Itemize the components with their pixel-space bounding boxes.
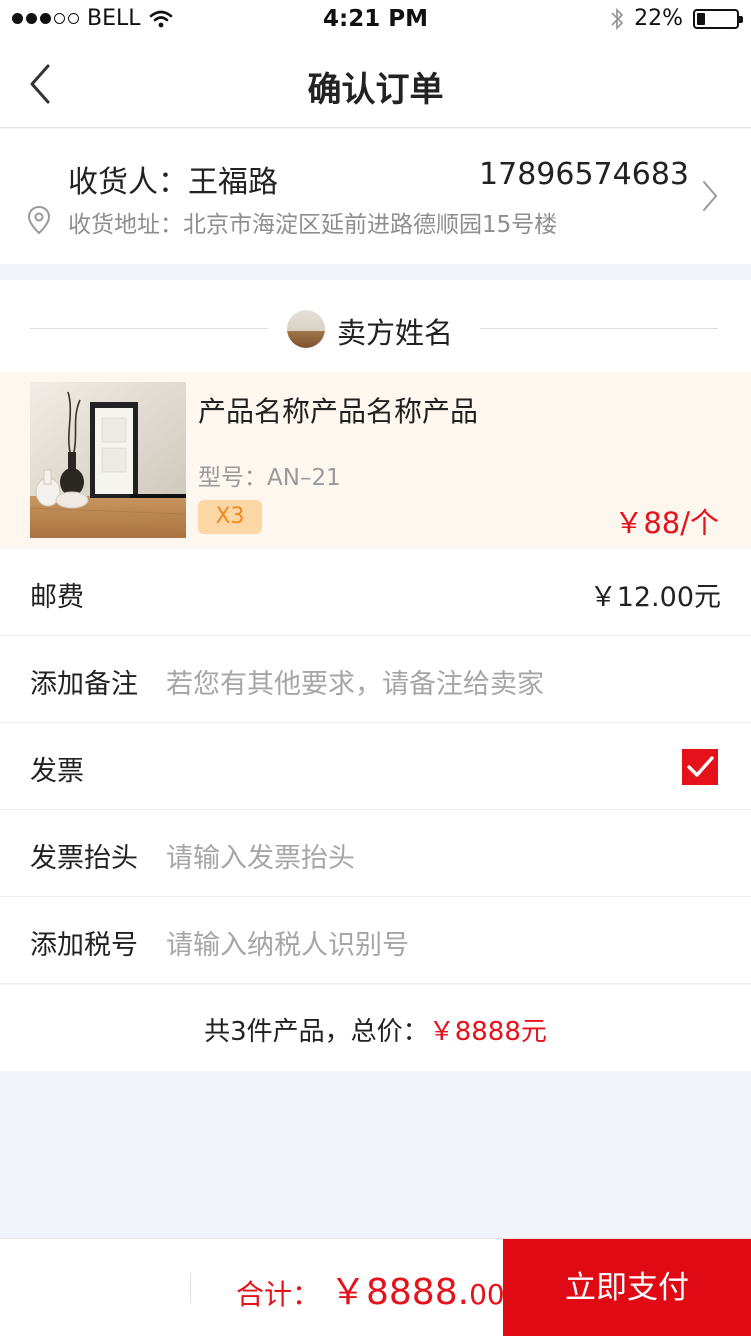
summary-total: ￥8888元: [428, 1017, 547, 1047]
total-amount: ￥8888.00: [330, 1263, 505, 1315]
status-right: 22%: [610, 6, 743, 31]
invoice-checkbox[interactable]: [682, 749, 718, 785]
remark-label: 添加备注: [30, 669, 138, 700]
seller-card: 卖方姓名 产品名称产品名称产品 型号：AN–21 X3 ￥88/个: [0, 280, 751, 548]
product-price: ￥88/个: [614, 506, 719, 540]
shipping-row: 邮费 ￥12.00元: [0, 549, 751, 636]
receiver-name: 收货人：王福路: [68, 165, 278, 200]
product-item[interactable]: 产品名称产品名称产品 型号：AN–21 X3 ￥88/个: [0, 372, 751, 548]
tax-number-input[interactable]: 请输入纳税人识别号: [166, 923, 409, 962]
divider-line: [30, 328, 268, 329]
status-bar: BELL 4:21 PM 22%: [0, 0, 751, 40]
remark-input[interactable]: 若您有其他要求，请备注给卖家: [166, 662, 544, 701]
total-cents: 00: [469, 1278, 505, 1311]
address-card[interactable]: 收货人：王福路 17896574683 收货地址：北京市海淀区延前进路德顺园15…: [0, 129, 751, 264]
total-label: 合计：: [236, 1278, 321, 1311]
checkmark-icon: [687, 756, 714, 777]
invoice-title-row[interactable]: 发票抬头 请输入发票抬头: [0, 810, 751, 897]
invoice-title-input[interactable]: 请输入发票抬头: [166, 836, 355, 875]
battery-level: [697, 12, 705, 25]
battery-tip: [739, 15, 743, 23]
divider: [190, 1273, 191, 1303]
invoice-title-label: 发票抬头: [30, 843, 138, 874]
order-summary: 共3件产品，总价：￥8888元: [0, 985, 751, 1071]
product-name: 产品名称产品名称产品: [198, 395, 479, 428]
product-model: 型号：AN–21: [198, 465, 341, 491]
quantity-badge: X3: [198, 500, 262, 534]
invoice-label: 发票: [30, 756, 84, 787]
tax-number-label: 添加税号: [30, 930, 138, 961]
receiver-phone: 17896574683: [479, 157, 689, 192]
shipping-label: 邮费: [30, 582, 84, 613]
bottom-bar: 合计： ￥8888.00 立即支付: [0, 1238, 751, 1336]
location-pin-icon: [27, 205, 51, 235]
seller-header[interactable]: 卖方姓名: [0, 280, 751, 372]
seller-name: 卖方姓名: [337, 316, 454, 350]
total-main: ￥8888.: [330, 1272, 470, 1313]
page-title: 确认订单: [307, 70, 444, 110]
summary-text: 共3件产品，总价：: [204, 1017, 429, 1047]
battery-icon: [693, 8, 743, 29]
battery-percent: 22%: [634, 6, 683, 31]
remark-row[interactable]: 添加备注 若您有其他要求，请备注给卖家: [0, 636, 751, 723]
bluetooth-icon: [611, 7, 624, 30]
tax-number-row[interactable]: 添加税号 请输入纳税人识别号: [0, 897, 751, 984]
divider-line: [480, 328, 718, 329]
product-image: [30, 382, 186, 538]
shipping-value: ￥12.00元: [589, 582, 721, 613]
seller-avatar: [287, 310, 325, 348]
nav-bar: 确认订单: [0, 40, 751, 128]
pay-now-button[interactable]: 立即支付: [503, 1239, 751, 1336]
invoice-row: 发票: [0, 723, 751, 810]
chevron-right-icon: [703, 181, 718, 211]
address-text: 收货地址：北京市海淀区延前进路德顺园15号楼: [68, 212, 558, 238]
